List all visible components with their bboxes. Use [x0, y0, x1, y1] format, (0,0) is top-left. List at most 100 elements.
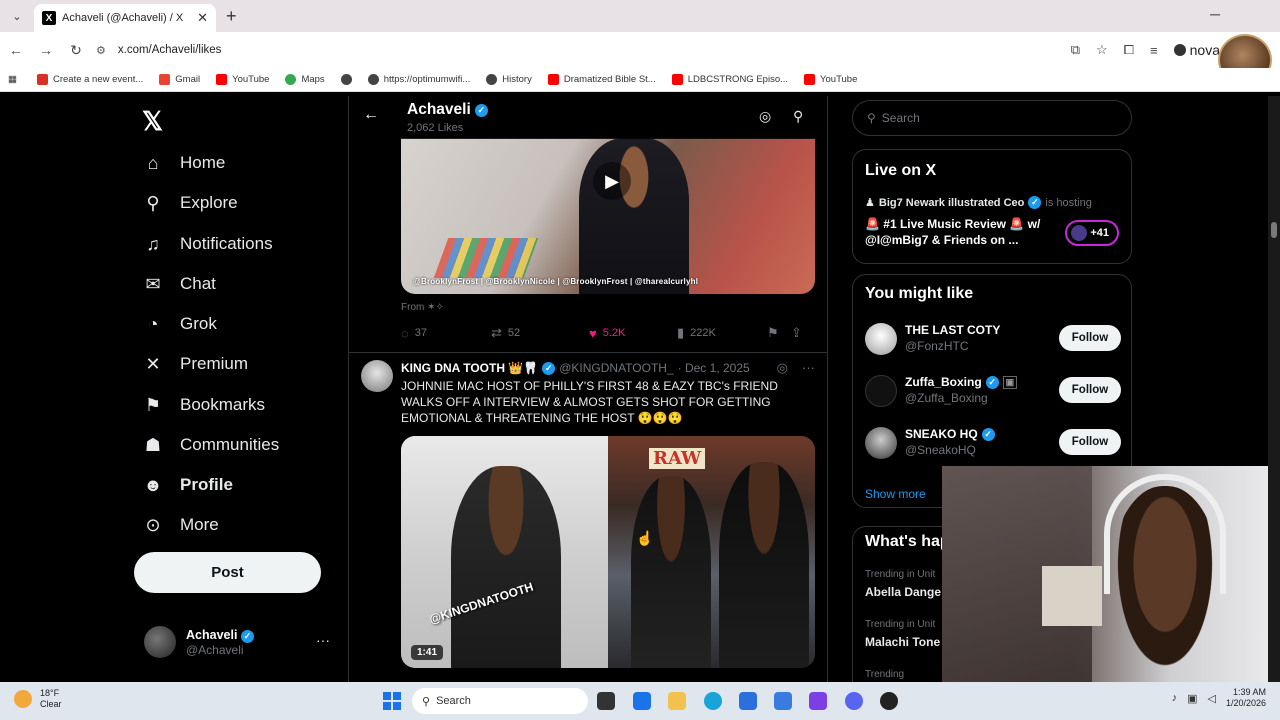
new-tab-button[interactable]: + — [226, 6, 237, 27]
suggestion-name-text: THE LAST COTY — [905, 323, 1001, 337]
live-host[interactable]: ♟ Big7 Newark illustrated Ceo ✓ is hosti… — [865, 196, 1092, 209]
close-tab-icon[interactable]: ✕ — [197, 10, 208, 26]
author-handle[interactable]: @KINGDNATOOTH_ — [559, 361, 673, 375]
views-button[interactable]: ▮ 222K — [677, 325, 767, 341]
suggestion-item[interactable]: Zuffa_Boxing ✓ ▣ @Zuffa_Boxing Follow — [865, 373, 1121, 413]
taskbar-search-label: Search — [436, 695, 471, 707]
install-app-icon[interactable]: ⧉ — [1071, 42, 1080, 58]
author-name[interactable]: KING DNA TOOTH 👑🦷 — [401, 361, 538, 375]
back-arrow-icon[interactable]: ← — [363, 106, 379, 124]
minimize-icon[interactable]: ─ — [1210, 6, 1220, 22]
profile-dot-icon — [1173, 44, 1186, 56]
nav-item-profile[interactable]: ☻ Profile — [142, 474, 233, 496]
live-space-title[interactable]: 🚨 #1 Live Music Review 🚨 w/ @I@mBig7 & F… — [865, 216, 1055, 248]
outlook-icon[interactable] — [774, 692, 792, 710]
weather-widget[interactable]: 18°F Clear — [14, 688, 62, 710]
grok-analyze-icon[interactable]: ◎ — [759, 108, 771, 125]
follow-button[interactable]: Follow — [1059, 429, 1121, 455]
grok-icon[interactable]: ◎ — [777, 360, 788, 376]
reply-button[interactable]: ◌ 37 — [401, 326, 491, 341]
bookmark-star-icon[interactable]: ☆ — [1096, 42, 1108, 58]
share-button[interactable]: ⇪ — [791, 325, 802, 341]
nav-item-notifications[interactable]: ♫ Notifications — [142, 233, 272, 255]
follow-button[interactable]: Follow — [1059, 325, 1121, 351]
bookmark-item[interactable]: https://optimumwifi... — [367, 74, 470, 85]
bookmark-label: YouTube — [232, 74, 270, 85]
like-button[interactable]: ♥ 5.2K — [589, 326, 677, 341]
more-options-icon[interactable]: ··· — [802, 360, 815, 376]
play-icon[interactable]: ▶ — [593, 162, 631, 200]
trend-name[interactable]: Abella Dange — [865, 585, 941, 599]
network-icon[interactable]: ▣ — [1187, 692, 1197, 705]
nav-label: Communities — [180, 435, 280, 454]
task-view-icon[interactable] — [597, 692, 615, 710]
nav-item-chat[interactable]: ✉ Chat — [142, 273, 215, 295]
bookmark-item[interactable] — [340, 74, 352, 85]
start-button[interactable] — [383, 692, 401, 710]
listener-avatar — [1071, 225, 1087, 241]
account-switcher[interactable]: Achaveli ✓ @Achaveli ··· — [144, 626, 334, 658]
more-options-icon[interactable]: ··· — [316, 632, 330, 648]
trend-name[interactable]: Malachi Tone — [865, 635, 940, 649]
taskbar-search[interactable]: ⚲ Search — [412, 688, 588, 714]
nav-item-explore[interactable]: ⚲ Explore — [142, 192, 237, 214]
page-scrollbar[interactable] — [1268, 96, 1280, 682]
bookmark-item[interactable]: Create a new event... — [36, 74, 143, 85]
nav-item-bookmarks[interactable]: ⚑ Bookmarks — [142, 394, 265, 416]
browser-tab[interactable]: X Achaveli (@Achaveli) / X ✕ — [34, 4, 216, 32]
obs-icon[interactable] — [880, 692, 898, 710]
store-icon[interactable] — [739, 692, 757, 710]
apps-grid-icon[interactable]: ▦ — [8, 74, 17, 85]
site-info-icon[interactable]: ⚙ — [96, 44, 106, 57]
bookmark-item[interactable]: YouTube — [216, 74, 269, 85]
app-icon[interactable] — [809, 692, 827, 710]
post-button[interactable]: Post — [134, 552, 321, 593]
search-icon[interactable]: ⚲ — [793, 108, 803, 125]
nav-item-home[interactable]: ⌂ Home — [142, 152, 226, 174]
bookmark-item[interactable]: Maps — [285, 74, 325, 85]
bookmark-item[interactable]: Dramatized Bible St... — [547, 74, 656, 85]
scrollbar-thumb[interactable] — [1271, 222, 1277, 238]
post-date[interactable]: · Dec 1, 2025 — [678, 361, 750, 375]
show-more-link[interactable]: Show more — [865, 487, 926, 501]
forward-icon[interactable]: → — [32, 42, 60, 58]
webcam-background-frame — [1042, 566, 1102, 626]
reload-icon[interactable]: ↻ — [62, 42, 90, 59]
back-icon[interactable]: ← — [2, 42, 30, 58]
search-input[interactable]: ⚲ Search — [852, 100, 1132, 136]
live-listener-count[interactable]: +41 — [1065, 220, 1119, 246]
bookmark-item[interactable]: YouTube — [804, 74, 857, 85]
repost-button[interactable]: ⇄ 52 — [491, 325, 589, 341]
bookmark-label: YouTube — [820, 74, 858, 85]
follow-button[interactable]: Follow — [1059, 377, 1121, 403]
page-title: Achaveli ✓ — [407, 101, 488, 119]
tab-search-icon[interactable]: ≡ — [1150, 43, 1158, 58]
extensions-icon[interactable]: ⧠ — [1124, 42, 1134, 58]
url-field[interactable]: ⚙ x.com/Achaveli/likes — [96, 44, 221, 57]
nav-item-more[interactable]: ⊙ More — [142, 514, 218, 536]
clock[interactable]: 1:39 AM 1/20/2026 — [1226, 687, 1266, 709]
suggestion-item[interactable]: SNEAKO HQ ✓ @SneakoHQ Follow — [865, 425, 1121, 465]
avatar[interactable] — [361, 360, 393, 392]
nav-item-premium[interactable]: ✕ Premium — [142, 353, 248, 375]
copilot-icon[interactable] — [633, 692, 651, 710]
edge-icon[interactable] — [704, 692, 722, 710]
nav-item-grok[interactable]: ◔ Grok — [142, 313, 217, 335]
bookmark-item[interactable]: History — [486, 74, 532, 85]
post-video[interactable]: RAW @KINGDNATOOTH 1:41 — [401, 436, 815, 668]
nav-item-communities[interactable]: ☗ Communities — [142, 434, 279, 456]
volume-icon[interactable]: ◁ — [1207, 692, 1215, 705]
bookmark-item[interactable]: Gmail — [159, 74, 200, 85]
verified-badge-icon: ✓ — [474, 103, 488, 117]
profile-button[interactable]: nova — [1173, 42, 1220, 58]
discord-icon[interactable] — [845, 692, 863, 710]
suggestion-item[interactable]: THE LAST COTY @FonzHTC Follow — [865, 321, 1121, 361]
bookmark-item[interactable]: LDBCSTRONG Episo... — [671, 74, 788, 85]
microphone-icon[interactable]: ♪ — [1172, 692, 1178, 704]
x-logo-icon[interactable]: 𝕏 — [142, 106, 163, 137]
youtube-icon — [547, 74, 559, 85]
tab-list-chevron-icon[interactable]: ⌄ — [6, 5, 28, 27]
post-video[interactable]: ▶ @BrooklynFrost | @BrooklynNicole | @Br… — [401, 138, 815, 294]
bookmark-button[interactable]: ⚑ — [767, 325, 791, 341]
file-explorer-icon[interactable] — [668, 692, 686, 710]
